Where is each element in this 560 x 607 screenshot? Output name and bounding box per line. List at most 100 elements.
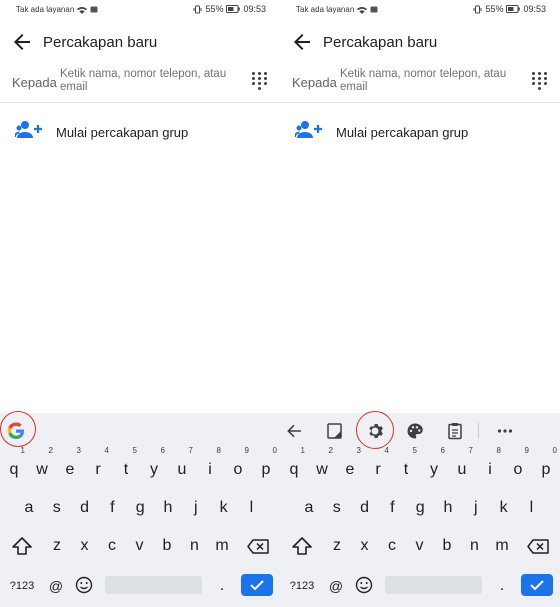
key-label: o [233, 461, 243, 478]
wifi-icon [77, 6, 88, 14]
key-w[interactable]: w2 [28, 447, 56, 485]
key-label: r [375, 461, 381, 478]
keyboard-toolbar [280, 411, 560, 449]
key-o[interactable]: o9 [504, 447, 532, 485]
key-c[interactable]: c [378, 531, 406, 561]
key-hint: 7 [188, 446, 193, 455]
key-j[interactable]: j [182, 493, 210, 523]
shift-icon[interactable] [292, 537, 312, 555]
key-u[interactable]: u7 [448, 447, 476, 485]
key-s[interactable]: s [43, 493, 71, 523]
at-key[interactable]: @ [46, 571, 66, 601]
key-i[interactable]: i8 [196, 447, 224, 485]
key-hint: 6 [440, 446, 445, 455]
key-l[interactable]: l [517, 493, 545, 523]
key-m[interactable]: m [208, 531, 236, 561]
key-p[interactable]: p0 [532, 447, 560, 485]
backspace-icon[interactable] [527, 539, 549, 554]
key-hint: 5 [132, 446, 137, 455]
start-group-conversation[interactable]: Mulai percakapan grup [0, 117, 280, 149]
key-r[interactable]: r4 [84, 447, 112, 485]
key-m[interactable]: m [488, 531, 516, 561]
key-hint: 5 [412, 446, 417, 455]
backspace-icon[interactable] [247, 539, 269, 554]
key-s[interactable]: s [323, 493, 351, 523]
key-x[interactable]: x [71, 531, 99, 561]
key-k[interactable]: k [210, 493, 238, 523]
back-arrow-icon[interactable] [290, 30, 314, 54]
key-n[interactable]: n [461, 531, 489, 561]
emoji-icon[interactable] [75, 576, 93, 594]
key-z[interactable]: z [323, 531, 351, 561]
key-c[interactable]: c [98, 531, 126, 561]
key-j[interactable]: j [462, 493, 490, 523]
key-label: u [177, 461, 187, 478]
key-i[interactable]: i8 [476, 447, 504, 485]
symbols-key[interactable]: ?123 [4, 571, 40, 601]
more-horiz-icon[interactable] [495, 421, 515, 441]
period-key[interactable]: . [212, 571, 232, 601]
clipboard-icon[interactable] [445, 421, 465, 441]
space-bar[interactable] [385, 576, 482, 594]
key-r[interactable]: r4 [364, 447, 392, 485]
recipient-label: Kepada [292, 75, 337, 90]
palette-icon[interactable] [405, 421, 425, 441]
key-d[interactable]: d [71, 493, 99, 523]
recipient-input[interactable] [340, 68, 510, 98]
key-g[interactable]: g [406, 493, 434, 523]
key-y[interactable]: y6 [140, 447, 168, 485]
symbols-key[interactable]: ?123 [284, 571, 320, 601]
back-arrow-icon[interactable] [10, 30, 34, 54]
key-v[interactable]: v [406, 531, 434, 561]
key-f[interactable]: f [378, 493, 406, 523]
toolbar-divider [478, 423, 479, 439]
at-key[interactable]: @ [326, 571, 346, 601]
key-u[interactable]: u7 [168, 447, 196, 485]
start-group-conversation[interactable]: Mulai percakapan grup [280, 117, 560, 149]
key-hint: 1 [20, 446, 25, 455]
key-n[interactable]: n [181, 531, 209, 561]
key-k[interactable]: k [490, 493, 518, 523]
key-t[interactable]: t5 [392, 447, 420, 485]
key-f[interactable]: f [98, 493, 126, 523]
key-w[interactable]: w2 [308, 447, 336, 485]
key-e[interactable]: e3 [336, 447, 364, 485]
period-key[interactable]: . [492, 571, 512, 601]
key-t[interactable]: t5 [112, 447, 140, 485]
key-y[interactable]: y6 [420, 447, 448, 485]
enter-button[interactable] [521, 574, 553, 596]
shift-icon[interactable] [12, 537, 32, 555]
key-h[interactable]: h [434, 493, 462, 523]
dialpad-icon[interactable] [252, 72, 268, 90]
key-a[interactable]: a [295, 493, 323, 523]
key-x[interactable]: x [351, 531, 379, 561]
key-o[interactable]: o9 [224, 447, 252, 485]
key-g[interactable]: g [126, 493, 154, 523]
collapse-arrow-icon[interactable] [284, 421, 304, 441]
key-h[interactable]: h [154, 493, 182, 523]
key-q[interactable]: q1 [0, 447, 28, 485]
key-b[interactable]: b [433, 531, 461, 561]
key-l[interactable]: l [237, 493, 265, 523]
one-handed-icon[interactable] [325, 421, 345, 441]
emoji-icon[interactable] [355, 576, 373, 594]
key-a[interactable]: a [15, 493, 43, 523]
key-p[interactable]: p0 [252, 447, 280, 485]
space-bar[interactable] [105, 576, 202, 594]
key-v[interactable]: v [126, 531, 154, 561]
key-b[interactable]: b [153, 531, 181, 561]
key-d[interactable]: d [351, 493, 379, 523]
battery-icon [226, 5, 241, 13]
key-z[interactable]: z [43, 531, 71, 561]
group-label: Mulai percakapan grup [56, 125, 189, 140]
key-label: i [488, 461, 492, 478]
recipient-input[interactable] [60, 68, 230, 98]
app-bar: Percakapan baru [0, 26, 280, 58]
key-hint: 2 [48, 446, 53, 455]
keyboard-toolbar [0, 411, 280, 449]
key-q[interactable]: q1 [280, 447, 308, 485]
key-e[interactable]: e3 [56, 447, 84, 485]
vibrate-icon [473, 5, 482, 13]
dialpad-icon[interactable] [532, 72, 548, 90]
enter-button[interactable] [241, 574, 273, 596]
